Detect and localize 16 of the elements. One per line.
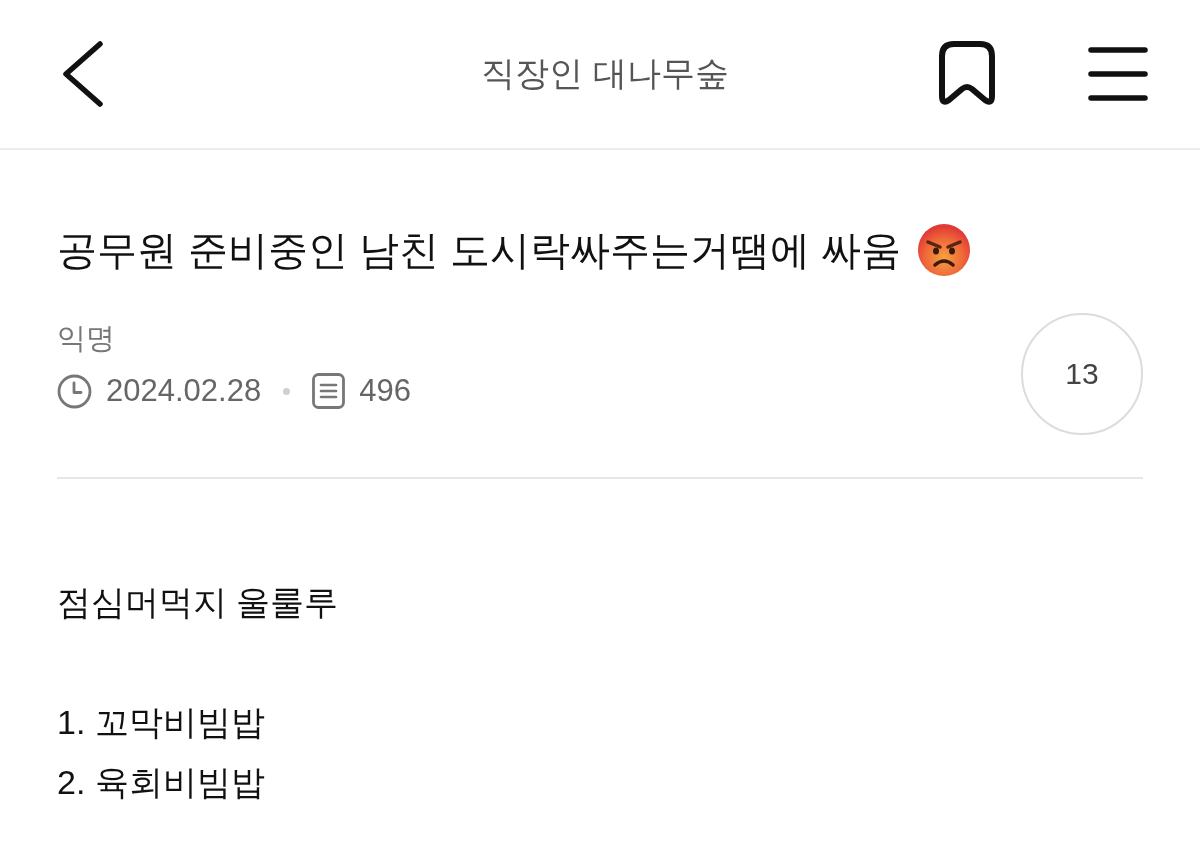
- bookmark-icon[interactable]: [938, 41, 996, 107]
- count-button[interactable]: 13: [1021, 313, 1143, 435]
- page-title: 직장인 대나무숲: [481, 53, 729, 94]
- document-icon: [312, 373, 346, 409]
- angry-face-icon: [917, 223, 972, 277]
- back-icon[interactable]: [62, 41, 104, 107]
- body-text: 1. 꼬막비빔밥: [57, 702, 265, 743]
- post-date: 2024.02.28: [106, 373, 262, 409]
- author-name: 익명: [57, 321, 115, 356]
- clock-icon: [57, 373, 92, 409]
- dot-icon: [283, 387, 291, 395]
- menu-icon[interactable]: [1088, 47, 1148, 101]
- body-text: 2. 육회비빔밥: [57, 762, 265, 803]
- body-text: 점심머먹지 울룰루: [57, 582, 339, 623]
- post-title: 공무원 준비중인 남친 도시락싸주는거땜에 싸움: [57, 227, 902, 274]
- view-count: 496: [359, 373, 411, 409]
